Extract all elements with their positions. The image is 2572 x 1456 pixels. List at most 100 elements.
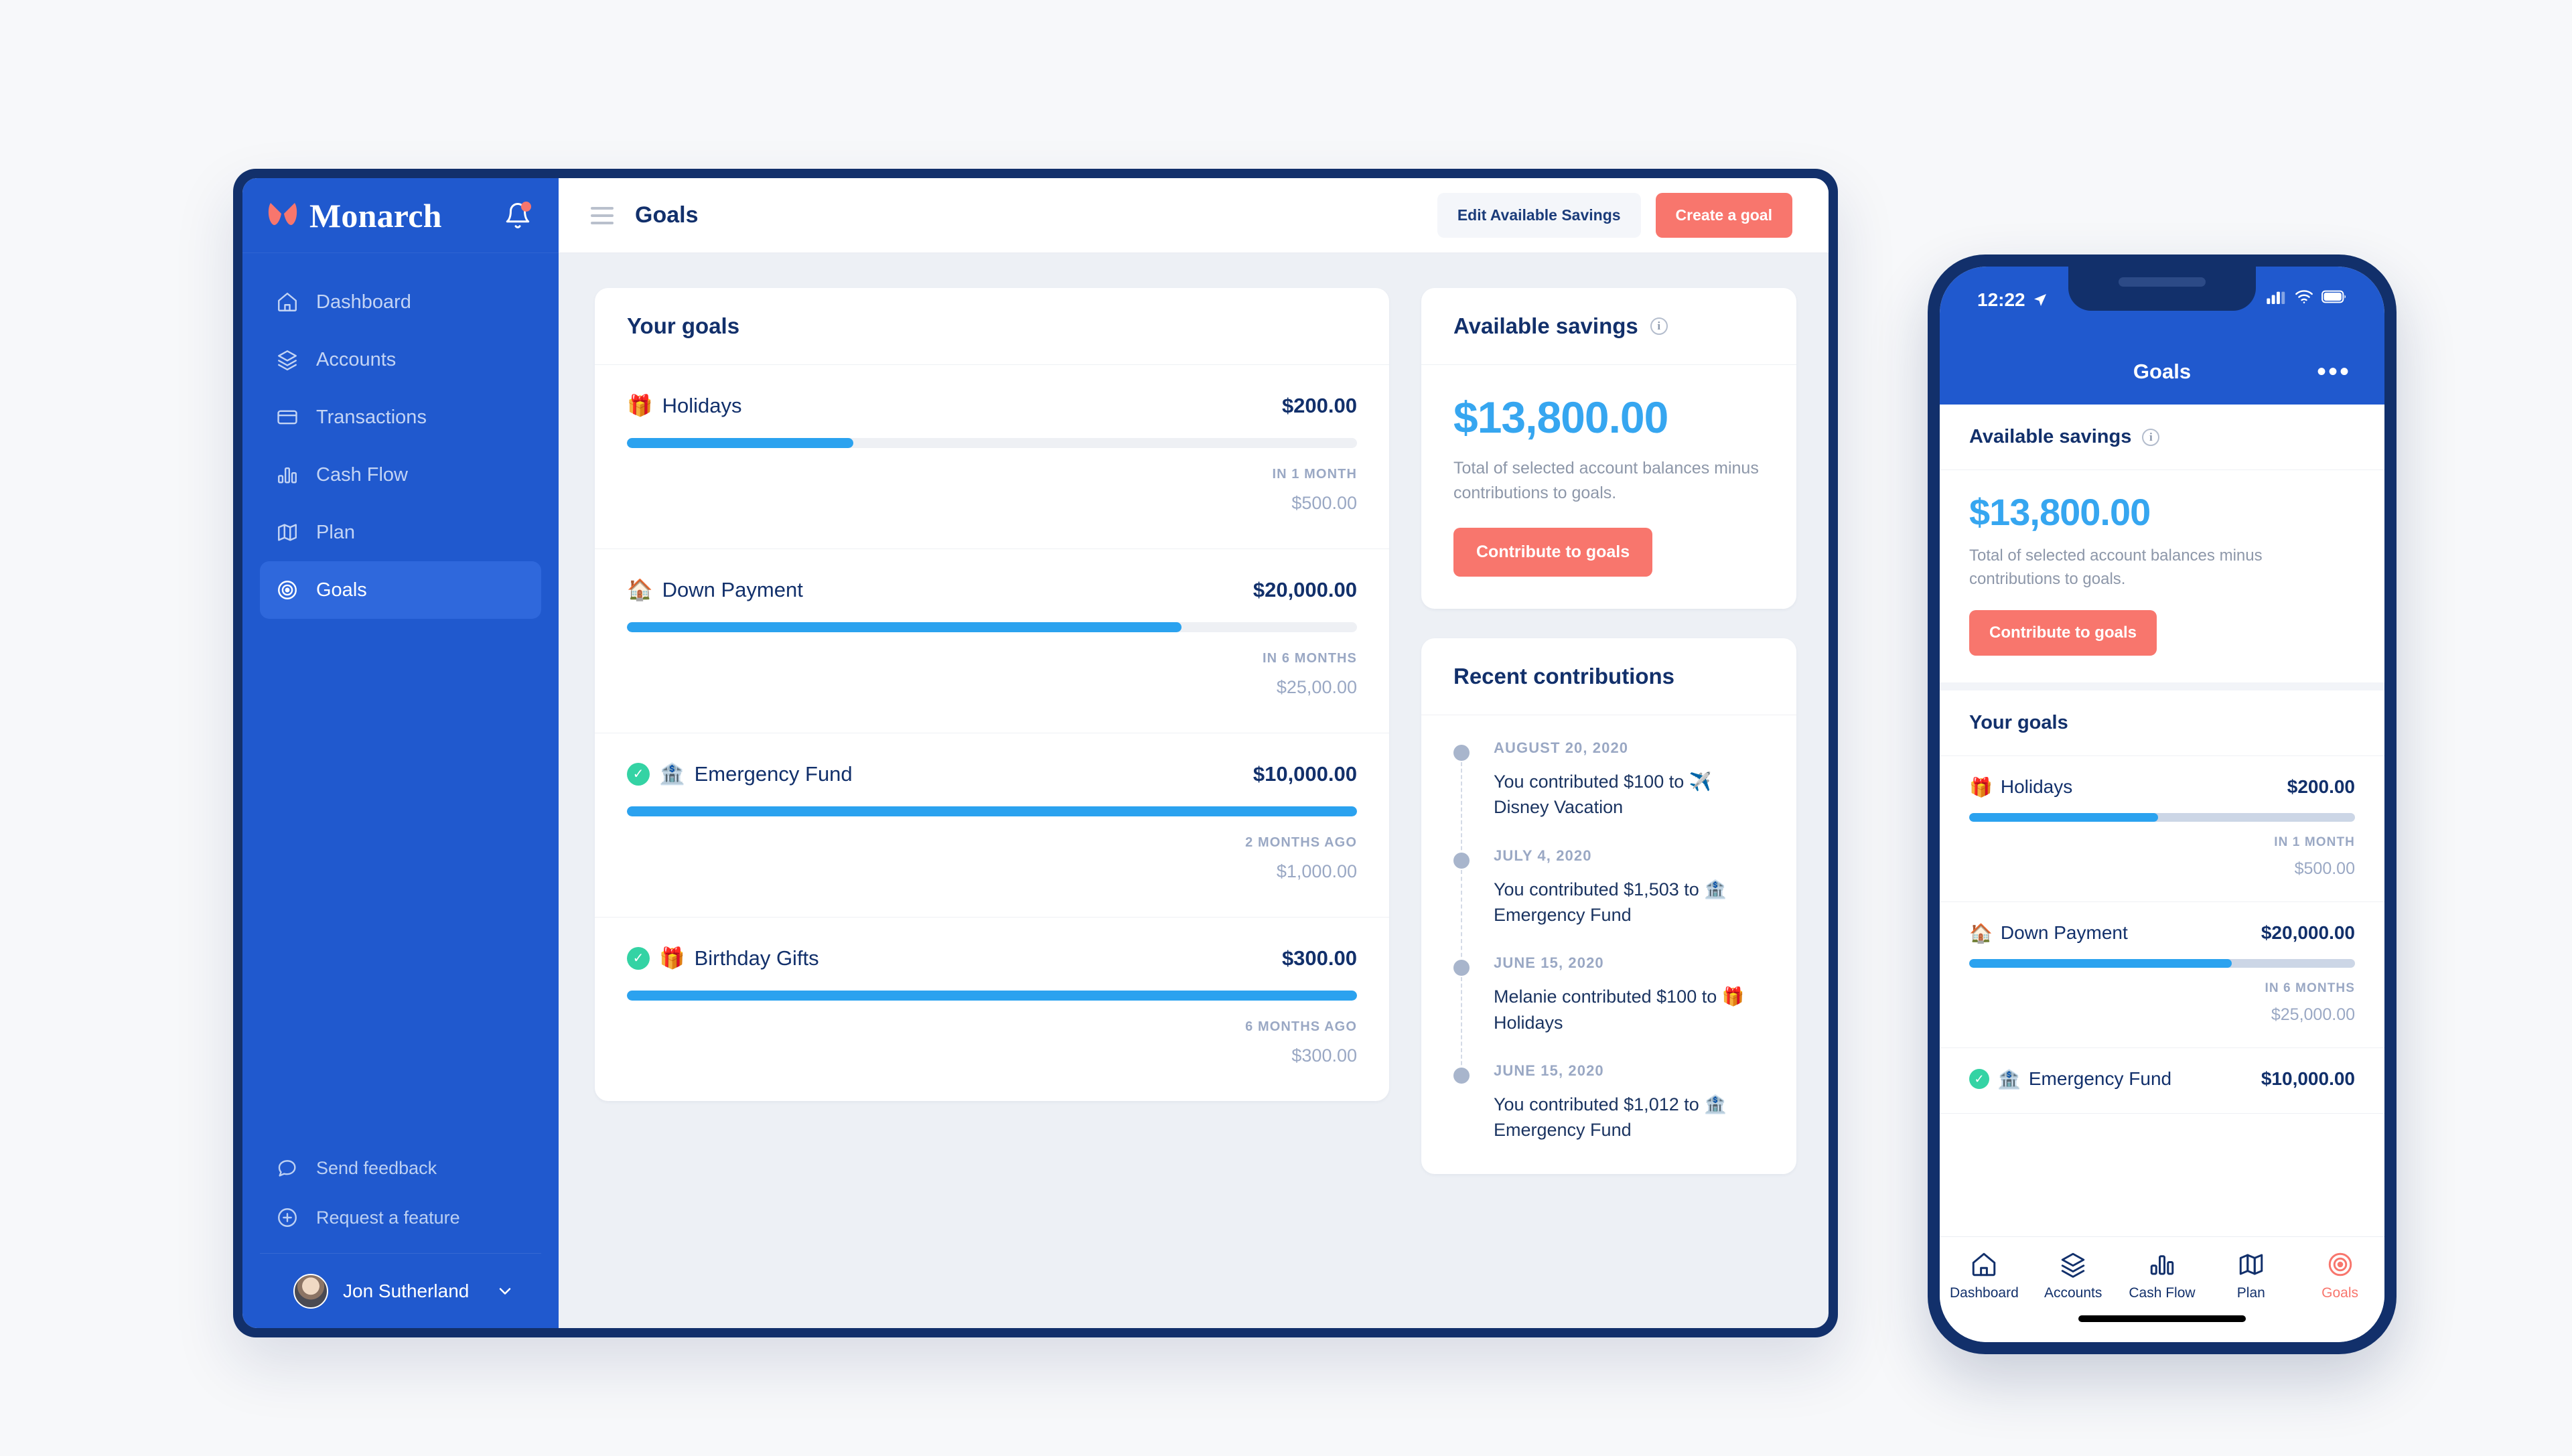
tab-label: Goals bbox=[2321, 1285, 2358, 1301]
tab-accounts[interactable]: Accounts bbox=[2033, 1250, 2113, 1301]
create-a-goal-button[interactable]: Create a goal bbox=[1655, 193, 1792, 238]
timeline-connector bbox=[1461, 869, 1462, 964]
available-savings-description: Total of selected account balances minus… bbox=[1453, 459, 1759, 502]
mobile-available-savings-body: $13,800.00 Total of selected account bal… bbox=[1940, 470, 2384, 690]
sidebar-item-cash-flow[interactable]: Cash Flow bbox=[260, 446, 541, 504]
hamburger-menu-icon[interactable] bbox=[591, 206, 614, 224]
mobile-screen: 12:22 Goals ••• Available savings i $13,… bbox=[1940, 267, 2384, 1342]
goal-emoji-icon: 🎁 bbox=[659, 946, 685, 970]
brand-lockup[interactable]: Monarch bbox=[268, 196, 442, 235]
goal-meta: 6 MONTHS AGO $300.00 bbox=[627, 1019, 1357, 1066]
notifications-bell-button[interactable] bbox=[504, 201, 532, 230]
goal-emoji-icon: 🎁 bbox=[627, 394, 653, 417]
mobile-your-goals-heading: Your goals bbox=[1969, 711, 2068, 733]
desktop-app-window: Monarch Dashboard Accounts Transactions … bbox=[233, 169, 1838, 1337]
mobile-goal-row[interactable]: ✓ 🏦 Emergency Fund $10,000.00 bbox=[1940, 1048, 2384, 1114]
mobile-goal-row-top: 🎁 Holidays $200.00 bbox=[1969, 776, 2355, 798]
available-savings-body: $13,800.00 Total of selected account bal… bbox=[1421, 365, 1796, 609]
available-savings-card: Available savings i $13,800.00 Total of … bbox=[1421, 288, 1796, 609]
goal-row[interactable]: 🎁 Holidays $200.00 IN 1 MONTH $500.00 bbox=[595, 365, 1389, 549]
sidebar-item-transactions[interactable]: Transactions bbox=[260, 388, 541, 446]
sidebar-item-accounts[interactable]: Accounts bbox=[260, 331, 541, 388]
goal-row[interactable]: 🏠 Down Payment $20,000.00 IN 6 MONTHS $25,00… bbox=[595, 549, 1389, 733]
contribution-item[interactable]: AUGUST 20, 2020 You contributed $100 to ✈… bbox=[1453, 739, 1764, 857]
more-options-icon[interactable]: ••• bbox=[2317, 358, 2351, 385]
goal-target-amount: $500.00 bbox=[1291, 493, 1357, 513]
mobile-scroll-area[interactable]: Available savings i $13,800.00 Total of … bbox=[1940, 405, 2384, 1236]
avatar bbox=[293, 1273, 328, 1309]
goal-progress-fill bbox=[627, 438, 853, 448]
timeline-connector bbox=[1461, 977, 1462, 1072]
sidebar-item-goals[interactable]: Goals bbox=[260, 561, 541, 619]
your-goals-card: Your goals 🎁 Holidays $200.00 IN 1 MONTH $50… bbox=[595, 288, 1389, 1101]
goal-due-label: 6 MONTHS AGO bbox=[1245, 1019, 1357, 1034]
profile-menu-button[interactable]: Jon Sutherland bbox=[260, 1253, 541, 1328]
mobile-goals-list: 🎁 Holidays $200.00 IN 1 MONTH $500.00 🏠 Down P… bbox=[1940, 756, 2384, 1114]
mobile-goal-target-amount: $25,000.00 bbox=[2271, 1005, 2355, 1024]
layers-icon bbox=[278, 350, 297, 371]
tab-dashboard[interactable]: Dashboard bbox=[1944, 1250, 2024, 1301]
mobile-your-goals-header: Your goals bbox=[1940, 690, 2384, 756]
mobile-available-savings-amount: $13,800.00 bbox=[1969, 491, 2151, 533]
mobile-goal-row[interactable]: 🏠 Down Payment $20,000.00 IN 6 MONTHS $25,00… bbox=[1940, 902, 2384, 1048]
notch-speaker-icon bbox=[2119, 277, 2206, 287]
contribution-item[interactable]: JUNE 15, 2020 You contributed $1,012 to 🏦… bbox=[1453, 1062, 1764, 1143]
goal-emoji-icon: 🏦 bbox=[659, 762, 685, 786]
your-goals-card-header: Your goals bbox=[595, 288, 1389, 365]
available-savings-card-header: Available savings i bbox=[1421, 288, 1796, 365]
home-icon bbox=[278, 293, 297, 311]
battery-icon bbox=[2321, 290, 2346, 303]
goal-target-amount: $300.00 bbox=[1291, 1045, 1357, 1066]
contribute-to-goals-button[interactable]: Contribute to goals bbox=[1453, 528, 1653, 577]
goal-target-amount: $1,000.00 bbox=[1276, 861, 1357, 881]
goal-current-amount: $300.00 bbox=[1281, 946, 1357, 970]
goal-row[interactable]: ✓ 🏦 Emergency Fund $10,000.00 2 MONTHS AGO $1… bbox=[595, 733, 1389, 918]
tab-cash-flow[interactable]: Cash Flow bbox=[2122, 1250, 2202, 1301]
main-column: Goals Edit Available Savings Create a go… bbox=[559, 178, 1829, 1328]
mobile-goal-row[interactable]: 🎁 Holidays $200.00 IN 1 MONTH $500.00 bbox=[1940, 756, 2384, 902]
tab-plan[interactable]: Plan bbox=[2211, 1250, 2291, 1301]
goal-emoji-icon: 🎁 bbox=[1969, 776, 1993, 798]
sidebar-item-dashboard[interactable]: Dashboard bbox=[260, 273, 541, 331]
tab-label: Accounts bbox=[2044, 1285, 2102, 1301]
mobile-available-savings-description: Total of selected account balances minus… bbox=[1969, 547, 2263, 588]
mobile-contribute-to-goals-button[interactable]: Contribute to goals bbox=[1969, 609, 2157, 656]
tab-goals[interactable]: Goals bbox=[2300, 1250, 2380, 1301]
sidebar-item-plan[interactable]: Plan bbox=[260, 504, 541, 561]
status-bar-indicators bbox=[2267, 289, 2347, 304]
info-icon[interactable]: i bbox=[2142, 428, 2160, 446]
page-title: Goals bbox=[635, 202, 699, 228]
mobile-goal-current-amount: $10,000.00 bbox=[2261, 1068, 2355, 1090]
contribution-item[interactable]: JULY 4, 2020 You contributed $1,503 to 🏦 … bbox=[1453, 847, 1764, 964]
bar-chart-icon bbox=[278, 467, 297, 484]
edit-available-savings-button[interactable]: Edit Available Savings bbox=[1437, 193, 1641, 238]
goal-row[interactable]: ✓ 🎁 Birthday Gifts $300.00 6 MONTHS AGO $300.… bbox=[595, 918, 1389, 1101]
goal-row-top: ✓ 🏦 Emergency Fund $10,000.00 bbox=[627, 761, 1357, 786]
goal-meta: IN 1 MONTH $500.00 bbox=[627, 467, 1357, 514]
timeline-dot-icon bbox=[1453, 745, 1470, 761]
sidebar-item-send-feedback[interactable]: Send feedback bbox=[260, 1143, 541, 1193]
goal-progress-track bbox=[627, 622, 1357, 632]
plus-circle-icon bbox=[278, 1208, 297, 1227]
signal-bars-icon bbox=[2267, 291, 2285, 304]
mobile-goal-due-label: IN 6 MONTHS bbox=[2265, 980, 2355, 995]
goal-title: ✓ 🎁 Birthday Gifts bbox=[627, 946, 819, 970]
sidebar-item-request-a-feature[interactable]: Request a feature bbox=[260, 1193, 541, 1242]
goal-name: Down Payment bbox=[2000, 922, 2128, 944]
mobile-available-savings-header: Available savings i bbox=[1940, 405, 2384, 470]
goal-complete-check-icon: ✓ bbox=[627, 946, 650, 970]
target-icon bbox=[278, 581, 297, 599]
mobile-goal-target-amount: $500.00 bbox=[2294, 859, 2355, 878]
goal-progress-fill bbox=[627, 991, 1357, 1001]
goal-target-amount: $25,00.00 bbox=[1276, 677, 1357, 697]
sidebar-nav-list: Dashboard Accounts Transactions Cash Flo… bbox=[242, 253, 559, 1143]
info-icon[interactable]: i bbox=[1650, 317, 1668, 335]
sidebar-secondary-list: Send feedback Request a feature Jon Suth… bbox=[242, 1143, 559, 1328]
goal-due-label: 2 MONTHS AGO bbox=[1245, 835, 1357, 850]
goal-complete-check-icon: ✓ bbox=[627, 762, 650, 786]
goal-title: 🎁 Holidays bbox=[627, 393, 742, 418]
mobile-available-savings-heading: Available savings bbox=[1969, 426, 2132, 447]
contribution-item[interactable]: JUNE 15, 2020 Melanie contributed $100 to… bbox=[1453, 954, 1764, 1072]
wifi-icon bbox=[2295, 290, 2313, 303]
target-icon bbox=[2328, 1252, 2352, 1277]
